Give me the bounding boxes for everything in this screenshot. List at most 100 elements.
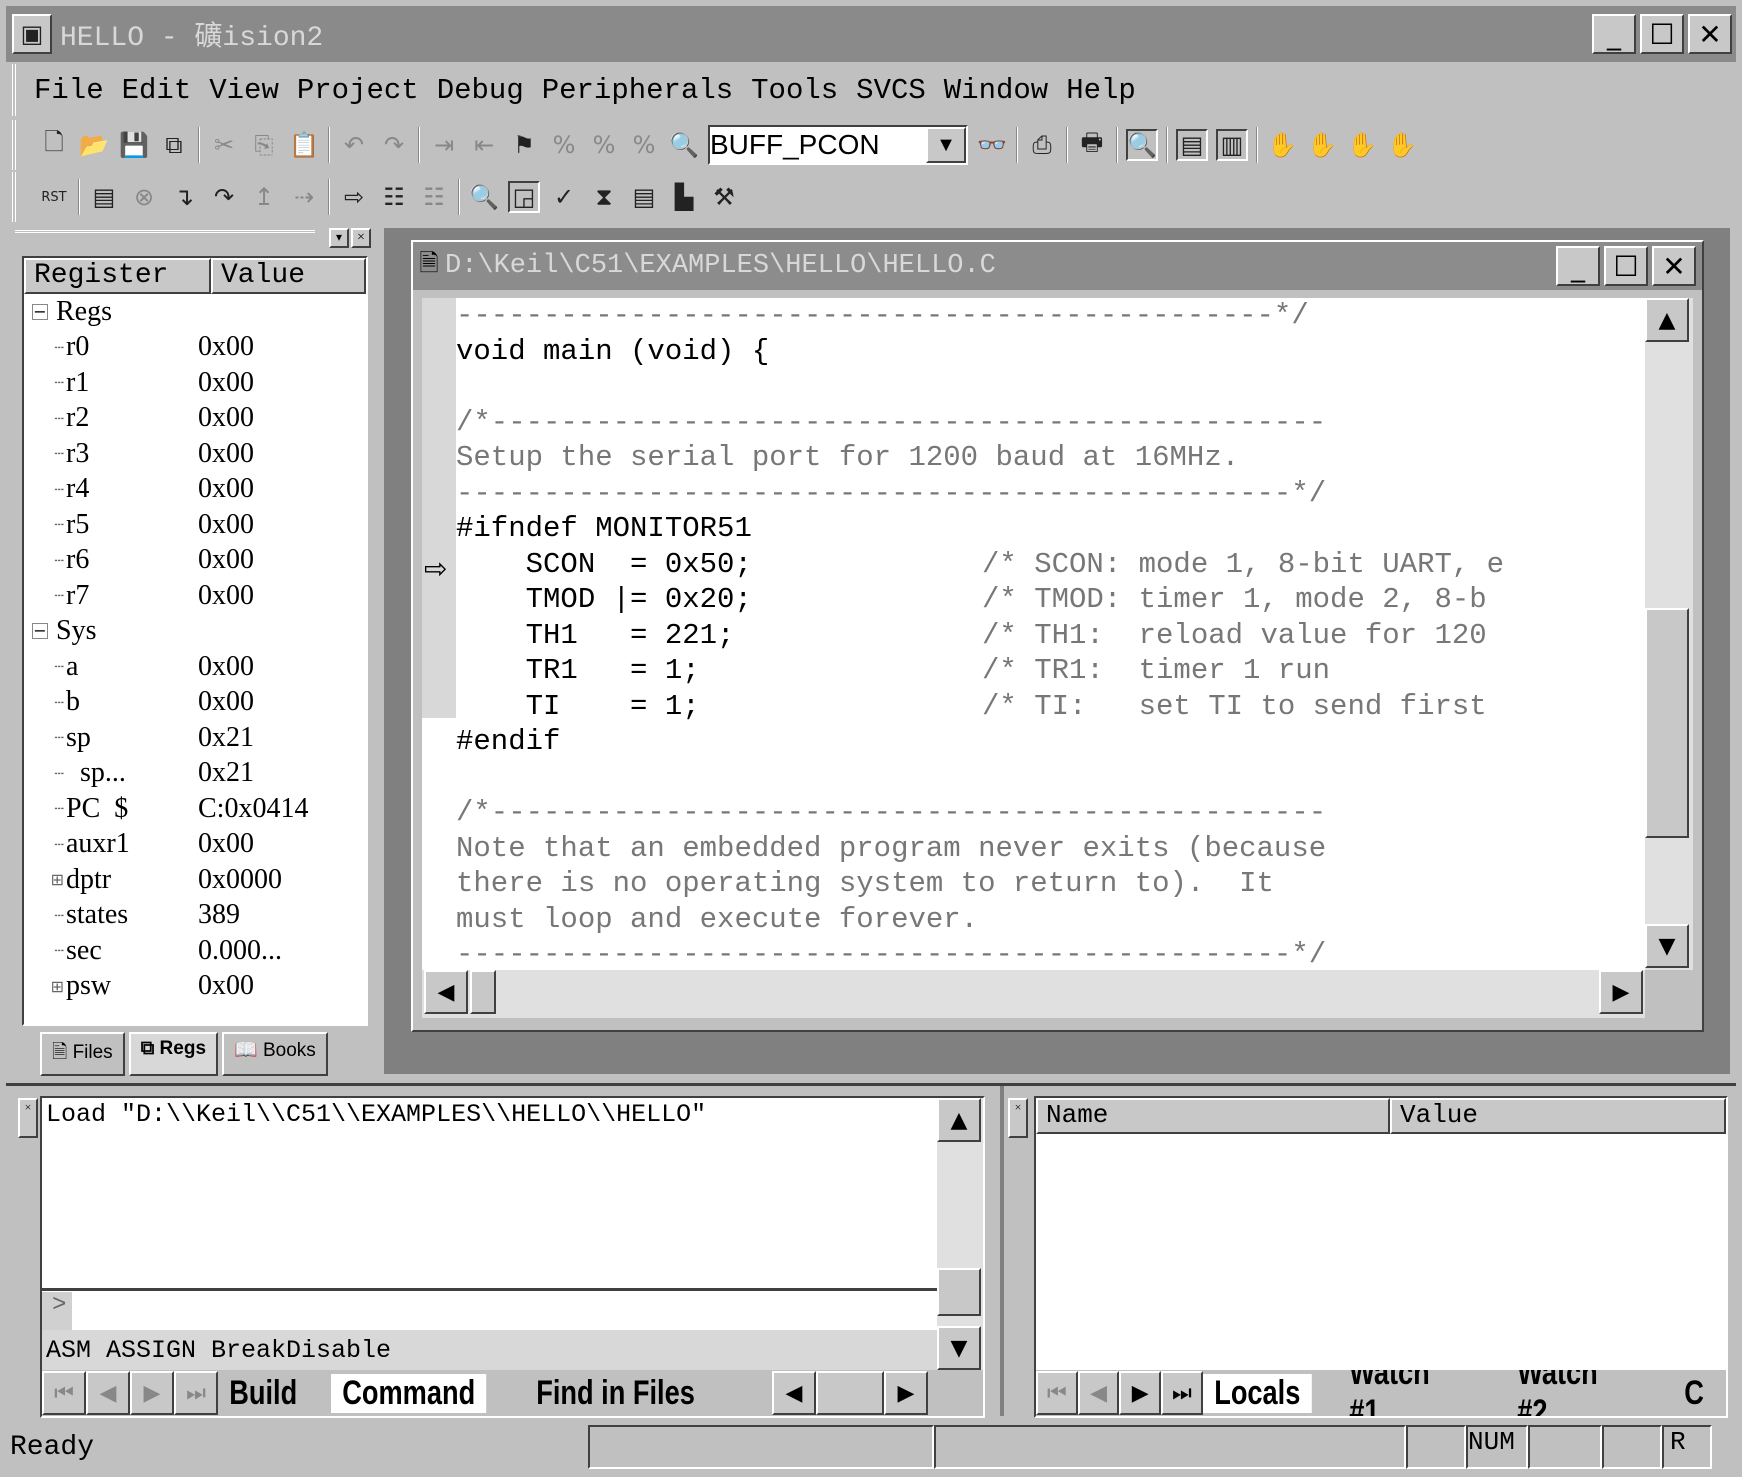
tab-watch-2[interactable]: Watch #2 [1506,1370,1640,1416]
register-row[interactable]: ┄ sec 0.000... [24,933,366,969]
register-value[interactable]: 0x00 [198,402,254,434]
register-row[interactable]: ┄ r6 0x00 [24,543,366,579]
scroll-right-icon[interactable]: ▶ [1599,970,1643,1014]
scroll-thumb[interactable] [1645,608,1689,838]
scroll-down-icon[interactable]: ▼ [1645,924,1689,968]
register-value[interactable]: 0x00 [198,509,254,541]
scroll-up-icon[interactable]: ▲ [1645,298,1689,342]
reset-icon[interactable]: RST [38,181,70,213]
tab-locals[interactable]: Locals [1202,1373,1312,1413]
tab-next-icon[interactable]: ▶ [130,1371,174,1415]
open-folder-icon[interactable]: 📂 [78,129,110,161]
register-row[interactable]: ⊞ dptr 0x0000 [24,862,366,898]
menu-view[interactable]: View [209,74,279,107]
register-row[interactable]: ┄ r4 0x00 [24,472,366,508]
code-line[interactable]: TMOD |= 0x20; /* TMOD: timer 1, mode 2, 8… [422,582,1645,618]
splitter[interactable] [1000,1086,1004,1416]
column-name[interactable]: Name [1036,1098,1390,1134]
find-in-files-icon[interactable]: 🔍 [668,129,700,161]
find-combo[interactable]: BUFF_PCON ▼ [708,125,968,165]
toolbox-icon[interactable]: ⚒ [708,181,740,213]
column-value[interactable]: Value [211,258,366,294]
register-row[interactable]: ┄ r1 0x00 [24,365,366,401]
serial-window-icon[interactable]: ▙ [668,181,700,213]
tab-command[interactable]: Command [330,1373,487,1413]
menu-project[interactable]: Project [297,74,419,107]
scroll-right-icon[interactable]: ▶ [884,1371,928,1415]
panel-grip[interactable] [15,230,315,242]
register-value[interactable]: 0x0000 [198,864,282,896]
redo-icon[interactable]: ↷ [378,129,410,161]
register-value[interactable]: C:0x0414 [198,793,308,825]
register-value[interactable]: 0x21 [198,722,254,754]
code-line[interactable]: #ifndef MONITOR51 [422,511,1645,547]
watch-window-icon[interactable]: ◲ [508,181,540,213]
tab-last-icon[interactable]: ⏭ [174,1371,218,1415]
code-line[interactable]: /*--------------------------------------… [422,405,1645,441]
hand-2-icon[interactable]: ✋ [1306,129,1338,161]
code-line[interactable]: Setup the serial port for 1200 baud at 1… [422,440,1645,476]
register-value[interactable]: 0.000... [198,935,282,967]
register-row[interactable]: ┄ r0 0x00 [24,330,366,366]
tab-next-icon[interactable]: ▶ [1119,1371,1162,1415]
hand-4-icon[interactable]: ✋ [1386,129,1418,161]
tab-regs[interactable]: ⧉ Regs [128,1032,219,1076]
menu-window[interactable]: Window [944,74,1048,107]
uvision-icon[interactable]: ▣ [12,14,52,54]
copy-icon[interactable]: ⎘ [248,129,280,161]
performance-analyzer-icon[interactable]: ⧗ [588,181,620,213]
code-line[interactable]: there is no operating system to return t… [422,866,1645,902]
menu-peripherals[interactable]: Peripherals [542,74,733,107]
scroll-up-icon[interactable]: ▲ [937,1098,981,1142]
menu-svcs[interactable]: SVCS [856,74,926,107]
step-out-icon[interactable]: ↥ [248,181,280,213]
code-line[interactable]: /*--------------------------------------… [422,795,1645,831]
binoculars-icon[interactable]: 👓 [976,129,1008,161]
unindent-icon[interactable]: ⇤ [468,129,500,161]
bookmark-prev-icon[interactable]: % [588,129,620,161]
new-file-icon[interactable]: 🗋 [38,128,70,161]
step-over-icon[interactable]: ↷ [208,181,240,213]
register-row[interactable]: ⊞ psw 0x00 [24,969,366,1005]
save-all-icon[interactable]: ⧉ [158,129,190,161]
step-into-icon[interactable]: ↴ [168,181,200,213]
maximize-button[interactable]: ☐ [1640,14,1684,54]
register-value[interactable]: 0x00 [198,473,254,505]
show-next-statement-icon[interactable]: ⇨ [338,181,370,213]
memory-window-icon[interactable]: ▤ [628,181,660,213]
code-line[interactable]: TH1 = 221; /* TH1: reload value for 120 [422,618,1645,654]
menu-edit[interactable]: Edit [122,74,192,107]
tab-prev-icon[interactable]: ◀ [1077,1371,1120,1415]
column-value[interactable]: Value [1390,1098,1726,1134]
code-line[interactable]: ----------------------------------------… [422,298,1645,334]
bookmark-toggle-icon[interactable]: ⚑ [508,129,540,161]
tree-group[interactable]: − Regs [24,294,366,330]
register-row[interactable]: ┄ r3 0x00 [24,436,366,472]
code-line[interactable]: ----------------------------------------… [422,476,1645,512]
editor-minimize-button[interactable]: _ [1556,246,1600,286]
register-value[interactable]: 0x00 [198,331,254,363]
register-row[interactable]: ┄ r2 0x00 [24,401,366,437]
tab-first-icon[interactable]: ⏮ [42,1371,86,1415]
cut-icon[interactable]: ✂ [208,129,240,161]
tab-files[interactable]: 🗎 Files [40,1032,125,1076]
editor-horizontal-scrollbar[interactable]: ◀ ▶ [422,970,1645,1018]
code-line[interactable]: TI = 1; /* TI: set TI to send first [422,689,1645,725]
panel-float-icon[interactable]: ▾ [329,228,349,248]
tab-last-icon[interactable]: ⏭ [1161,1371,1203,1415]
scroll-left-icon[interactable]: ◀ [424,970,468,1014]
menu-debug[interactable]: Debug [437,74,524,107]
register-row[interactable]: ┄ b 0x00 [24,685,366,721]
code-line[interactable]: ----------------------------------------… [422,937,1645,970]
register-row[interactable]: ┄ auxr1 0x00 [24,827,366,863]
register-value[interactable]: 0x00 [198,651,254,683]
register-row[interactable]: ┄ a 0x00 [24,649,366,685]
register-value[interactable]: 0x00 [198,367,254,399]
code-line[interactable] [422,369,1645,405]
panel-close-icon[interactable]: × [351,228,371,248]
scroll-left-icon[interactable]: ◀ [772,1371,816,1415]
register-row[interactable]: ┄ states 389 [24,898,366,934]
tab-prev-icon[interactable]: ◀ [86,1371,130,1415]
run-to-cursor-icon[interactable]: ⇢ [288,181,320,213]
code-line[interactable]: Note that an embedded program never exit… [422,831,1645,867]
